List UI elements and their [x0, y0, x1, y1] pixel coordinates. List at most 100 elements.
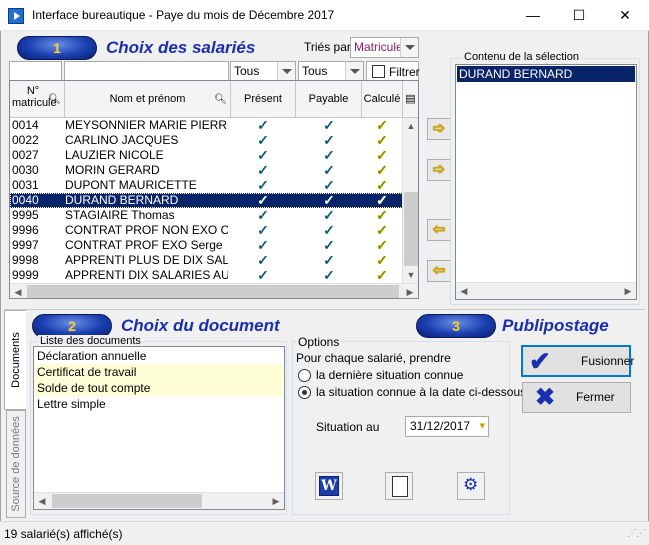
cell-matricule: 9996: [12, 223, 39, 237]
cell-matricule: 0030: [12, 163, 39, 177]
grid-horizontal-scrollbar[interactable]: ◀ ▶: [10, 283, 418, 298]
employee-grid[interactable]: N° matricule 🔍︎ Nom et prénom 🔍︎ Présent…: [9, 80, 419, 299]
scroll-thumb[interactable]: [27, 285, 399, 298]
matricule-filter-input[interactable]: [9, 61, 62, 82]
checkmark-present-icon: ✓: [257, 207, 269, 223]
filter-checkbox-area[interactable]: Filtrer: [366, 61, 420, 82]
list-item[interactable]: Certificat de travail: [35, 364, 283, 380]
checkmark-present-icon: ✓: [257, 132, 269, 148]
scroll-left-icon[interactable]: ◀: [34, 493, 50, 509]
name-filter-input[interactable]: [64, 61, 229, 82]
checkmark-present-icon: ✓: [257, 267, 269, 283]
cell-name: DUPONT MAURICETTE: [65, 178, 197, 192]
table-row[interactable]: 9996 CONTRAT PROF NON EXO Olivie ✓ ✓ ✓: [10, 223, 403, 238]
checkmark-calcule-icon: ✓: [376, 207, 388, 223]
close-dialog-button[interactable]: ✖ Fermer: [522, 382, 631, 413]
situation-date-picker[interactable]: 31/12/2017 ▾: [405, 416, 489, 437]
option-last-radio[interactable]: [298, 369, 311, 382]
close-button[interactable]: ✕: [602, 0, 648, 30]
table-row[interactable]: 0014 MEYSONNIER MARIE PIERRE ✓ ✓ ✓: [10, 118, 403, 133]
cell-name: MEYSONNIER MARIE PIERRE: [65, 118, 228, 132]
table-row[interactable]: 0031 DUPONT MAURICETTE ✓ ✓ ✓: [10, 178, 403, 193]
word-document-button[interactable]: W: [315, 472, 343, 500]
section1-badge: 1: [17, 36, 97, 60]
header-name-label: Nom et prénom: [109, 93, 186, 105]
documents-list[interactable]: Déclaration annuelle Certificat de travai…: [33, 346, 285, 510]
list-item[interactable]: Lettre simple: [35, 396, 283, 412]
options-legend: Options: [296, 335, 342, 349]
remove-selected-button[interactable]: ⇦: [427, 219, 451, 241]
scroll-left-icon[interactable]: ◀: [10, 284, 26, 298]
option-date-radio[interactable]: [298, 386, 311, 399]
search-icon[interactable]: 🔍︎: [48, 94, 61, 105]
resize-grip-icon[interactable]: ⋰⋰: [627, 528, 646, 539]
payable-filter-select[interactable]: Tous: [298, 61, 364, 82]
settings-button[interactable]: ⚙: [457, 472, 485, 500]
cell-name: DURAND BERNARD: [65, 193, 179, 207]
arrow-left-icon: ⇦: [432, 221, 446, 238]
table-row[interactable]: 9998 APPRENTI PLUS DE DIX SALAR ✓ ✓ ✓: [10, 253, 403, 268]
blank-page-icon: [392, 476, 408, 497]
situation-label: Situation au: [316, 420, 380, 434]
cell-matricule: 0031: [12, 178, 39, 192]
tab-source[interactable]: Source de données: [6, 410, 26, 518]
add-selected-button[interactable]: ➩: [427, 118, 451, 140]
selection-list[interactable]: DURAND BERNARD ◀ ▶: [455, 64, 637, 300]
checkmark-calcule-icon: ✓: [376, 177, 388, 193]
column-chooser-icon[interactable]: ▤: [403, 81, 418, 118]
list-item[interactable]: Déclaration annuelle: [35, 348, 283, 364]
checkmark-present-icon: ✓: [257, 117, 269, 133]
table-row[interactable]: 0040 DURAND BERNARD ✓ ✓ ✓: [10, 193, 403, 208]
add-all-button[interactable]: ➩: [427, 159, 451, 181]
option-date-label: la situation connue à la date ci-dessous: [316, 385, 527, 399]
scroll-thumb[interactable]: [52, 494, 202, 508]
calendar-dropdown-icon[interactable]: ▾: [479, 417, 485, 436]
table-row[interactable]: 0030 MORIN GERARD ✓ ✓ ✓: [10, 163, 403, 178]
remove-all-button[interactable]: ⇦: [427, 260, 451, 282]
table-row[interactable]: 9995 STAGIAIRE Thomas ✓ ✓ ✓: [10, 208, 403, 223]
filter-checkbox[interactable]: [372, 65, 385, 78]
selection-horizontal-scrollbar[interactable]: ◀ ▶: [456, 282, 636, 299]
selection-legend: Contenu de la sélection: [462, 51, 581, 63]
table-row[interactable]: 0027 LAUZIER NICOLE ✓ ✓ ✓: [10, 148, 403, 163]
header-matricule[interactable]: N° matricule 🔍︎: [10, 81, 65, 118]
scroll-thumb[interactable]: [404, 192, 418, 266]
new-document-button[interactable]: [385, 472, 413, 500]
sort-select[interactable]: Matricule: [350, 37, 419, 58]
header-calcule[interactable]: Calculé: [362, 81, 403, 118]
header-payable[interactable]: Payable: [296, 81, 362, 118]
section-divider: [4, 309, 645, 310]
situation-date-value: 31/12/2017: [410, 419, 471, 433]
section1-title: Choix des salariés: [106, 38, 256, 57]
scroll-right-icon[interactable]: ▶: [620, 283, 636, 299]
grid-vertical-scrollbar[interactable]: ▲ ▼: [402, 118, 418, 283]
documents-horizontal-scrollbar[interactable]: ◀ ▶: [34, 492, 284, 509]
list-item[interactable]: Solde de tout compte: [35, 380, 283, 396]
list-item[interactable]: DURAND BERNARD: [457, 66, 635, 82]
header-name[interactable]: Nom et prénom 🔍︎: [65, 81, 231, 118]
search-icon[interactable]: 🔍︎: [214, 81, 227, 118]
checkmark-calcule-icon: ✓: [376, 147, 388, 163]
merge-button[interactable]: ✔ Fusionner: [521, 345, 634, 377]
maximize-button[interactable]: ☐: [556, 0, 602, 30]
minimize-button[interactable]: —: [510, 0, 556, 30]
table-row[interactable]: 9997 CONTRAT PROF EXO Serge ✓ ✓ ✓: [10, 238, 403, 253]
scroll-up-icon[interactable]: ▲: [403, 118, 418, 134]
checkmark-payable-icon: ✓: [323, 267, 335, 283]
scroll-left-icon[interactable]: ◀: [456, 283, 472, 299]
close-dialog-label: Fermer: [576, 390, 615, 404]
header-present[interactable]: Présent: [231, 81, 296, 118]
scroll-right-icon[interactable]: ▶: [402, 284, 418, 298]
scroll-down-icon[interactable]: ▼: [403, 267, 418, 283]
option-last-label: la dernière situation connue: [316, 368, 464, 382]
scroll-right-icon[interactable]: ▶: [268, 493, 284, 509]
tab-documents[interactable]: Documents: [4, 310, 26, 410]
table-row[interactable]: 9999 APPRENTI DIX SALARIES AU PL ✓ ✓ ✓: [10, 268, 403, 283]
checkmark-payable-icon: ✓: [323, 207, 335, 223]
table-row[interactable]: 0022 CARLINO JACQUES ✓ ✓ ✓: [10, 133, 403, 148]
cell-matricule: 0022: [12, 133, 39, 147]
present-filter-select[interactable]: Tous: [230, 61, 296, 82]
app-icon: [8, 8, 24, 24]
double-arrow-left-icon: ⇦: [432, 262, 446, 279]
payable-filter-value: Tous: [302, 64, 328, 78]
